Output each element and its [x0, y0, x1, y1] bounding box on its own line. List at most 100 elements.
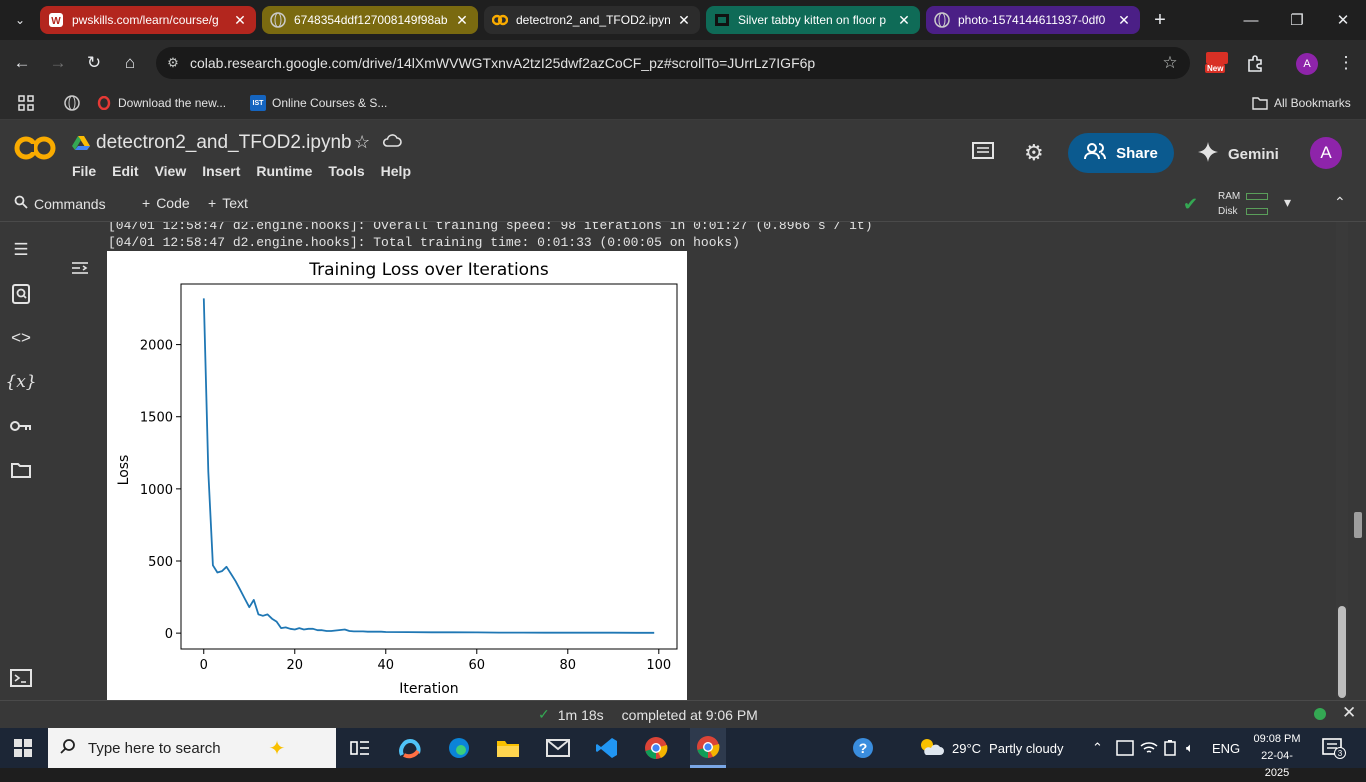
runtime-dropdown-icon[interactable]: ▾	[1284, 194, 1291, 211]
system-clock[interactable]: 09:08 PM 22-04-2025	[1250, 731, 1304, 782]
back-button[interactable]: ←	[10, 51, 34, 75]
resources-indicator[interactable]: RAM Disk	[1218, 189, 1274, 219]
volume-icon[interactable]: 🔈︎	[1186, 728, 1194, 768]
menu-help[interactable]: Help	[381, 163, 411, 179]
taskbar-search[interactable]: Type here to search ✦	[48, 728, 336, 768]
execution-duration: 1m 18s	[557, 706, 604, 723]
task-view-icon[interactable]	[346, 734, 374, 762]
user-avatar[interactable]: A	[1310, 137, 1342, 169]
notifications-icon[interactable]: 3	[1322, 728, 1346, 768]
close-window-button[interactable]: ✕	[1320, 0, 1366, 40]
forward-button[interactable]: →	[46, 51, 70, 75]
close-tab-icon[interactable]: ✕	[896, 12, 912, 29]
wifi-icon[interactable]	[1140, 728, 1158, 768]
collapse-output-icon[interactable]	[70, 260, 90, 281]
files-folder-icon[interactable]	[8, 457, 34, 483]
edge-browser-icon[interactable]	[445, 734, 473, 762]
collapse-header-icon[interactable]: ⌃	[1334, 194, 1346, 211]
colab-toolbar: Commands + Code + Text ✔ RAM Disk ▾ ⌃	[0, 186, 1366, 222]
add-text-button[interactable]: + Text	[208, 195, 248, 211]
notebook-title[interactable]: detectron2_and_TFOD2.ipynb	[96, 132, 352, 154]
close-tab-icon[interactable]: ✕	[232, 12, 248, 29]
close-status-icon[interactable]: ✕	[1342, 703, 1356, 723]
loss-series-line	[202, 298, 655, 634]
help-icon[interactable]: ?	[852, 728, 874, 768]
find-replace-icon[interactable]	[8, 281, 34, 307]
home-button[interactable]: ⌂	[118, 51, 142, 75]
copilot-icon[interactable]	[396, 734, 424, 762]
menu-edit[interactable]: Edit	[112, 163, 138, 179]
menu-insert[interactable]: Insert	[202, 163, 240, 179]
tab-colab-notebook[interactable]: detectron2_and_TFOD2.ipyn ✕	[484, 6, 700, 34]
partly-cloudy-icon	[918, 737, 944, 760]
tab-pwskills[interactable]: W pwskills.com/learn/course/g ✕	[40, 6, 256, 34]
comment-icon[interactable]	[972, 142, 994, 167]
browser-menu-icon[interactable]: ⋮	[1334, 51, 1358, 75]
new-tab-button[interactable]: +	[1148, 8, 1172, 32]
tab-photo[interactable]: photo-1574144611937-0df0 ✕	[926, 6, 1140, 34]
file-explorer-icon[interactable]	[494, 734, 522, 762]
training-loss-plot: Training Loss over Iterations 0 20 40 60 80 1…	[107, 251, 687, 700]
close-tab-icon[interactable]: ✕	[1116, 12, 1132, 29]
meet-now-icon[interactable]	[1116, 728, 1134, 768]
mail-icon[interactable]	[544, 734, 572, 762]
extension-new-icon[interactable]: New	[1205, 52, 1229, 76]
extensions-puzzle-icon[interactable]	[1243, 51, 1267, 75]
gemini-button[interactable]: Gemini	[1198, 142, 1279, 166]
bookmark-globe-icon[interactable]	[64, 92, 80, 114]
reload-button[interactable]: ↻	[82, 51, 106, 75]
language-indicator[interactable]: ENG	[1212, 728, 1240, 768]
commands-button[interactable]: Commands	[14, 195, 106, 212]
tab-search-icon[interactable]: ⌄	[8, 8, 32, 32]
tab-image-file[interactable]: 6748354ddf127008149f98ab ✕	[262, 6, 478, 34]
bookmark-label: Download the new...	[118, 96, 227, 110]
execution-status[interactable]: ✓ 1m 18s completed at 9:06 PM	[538, 706, 758, 723]
weather-widget[interactable]: 29°C Partly cloudy	[918, 728, 1063, 768]
y-axis-label: Loss	[116, 455, 132, 486]
colab-logo[interactable]	[14, 134, 58, 162]
google-drive-icon[interactable]	[72, 135, 90, 151]
terminal-icon[interactable]	[8, 665, 34, 691]
add-code-button[interactable]: + Code	[142, 195, 190, 211]
bookmark-download[interactable]: Download the new...	[96, 92, 226, 114]
commands-label: Commands	[34, 195, 106, 212]
chrome-icon[interactable]	[642, 734, 670, 762]
browser-profile-avatar[interactable]: A	[1296, 53, 1318, 75]
settings-gear-icon[interactable]: ⚙	[1024, 140, 1044, 166]
wordpress-icon: W	[48, 12, 64, 28]
tab-kitten[interactable]: Silver tabby kitten on floor p ✕	[706, 6, 920, 34]
address-bar[interactable]: ⚙ colab.research.google.com/drive/14lXmW…	[156, 47, 1190, 79]
site-info-icon[interactable]: ⚙	[156, 55, 190, 71]
menu-tools[interactable]: Tools	[328, 163, 364, 179]
close-tab-icon[interactable]: ✕	[454, 12, 470, 29]
table-of-contents-icon[interactable]: ☰	[8, 237, 34, 263]
gemini-label: Gemini	[1228, 145, 1279, 163]
share-button[interactable]: Share	[1068, 133, 1174, 173]
restore-button[interactable]: ❐	[1274, 0, 1320, 40]
menu-runtime[interactable]: Runtime	[256, 163, 312, 179]
minimize-button[interactable]: —	[1228, 0, 1274, 40]
variables-icon[interactable]: {x}	[5, 369, 36, 395]
bookmark-online-courses[interactable]: IST Online Courses & S...	[250, 92, 387, 114]
people-icon	[1084, 142, 1107, 164]
all-bookmarks[interactable]: All Bookmarks	[1252, 92, 1351, 114]
menu-view[interactable]: View	[155, 163, 187, 179]
x-axis-label: Iteration	[399, 681, 458, 697]
cloud-saved-icon[interactable]	[382, 132, 402, 155]
apps-grid-icon[interactable]	[18, 92, 34, 114]
secrets-key-icon[interactable]	[8, 413, 34, 439]
menu-file[interactable]: File	[72, 163, 96, 179]
vscode-icon[interactable]	[593, 734, 621, 762]
close-tab-icon[interactable]: ✕	[676, 12, 692, 29]
bookmark-star-icon[interactable]: ☆	[1150, 53, 1190, 73]
windows-start-icon[interactable]	[14, 739, 32, 757]
show-hidden-icons[interactable]: ⌃	[1092, 728, 1103, 768]
battery-icon[interactable]	[1164, 728, 1176, 768]
scrollbar-thumb[interactable]	[1338, 606, 1346, 698]
code-snippets-icon[interactable]: <>	[8, 325, 34, 351]
page-scroll-thumb[interactable]	[1354, 512, 1362, 538]
opera-icon	[96, 95, 112, 111]
bookmark-label: Online Courses & S...	[272, 96, 388, 110]
star-icon[interactable]: ☆	[354, 132, 370, 153]
chrome-active-icon[interactable]	[690, 728, 726, 768]
